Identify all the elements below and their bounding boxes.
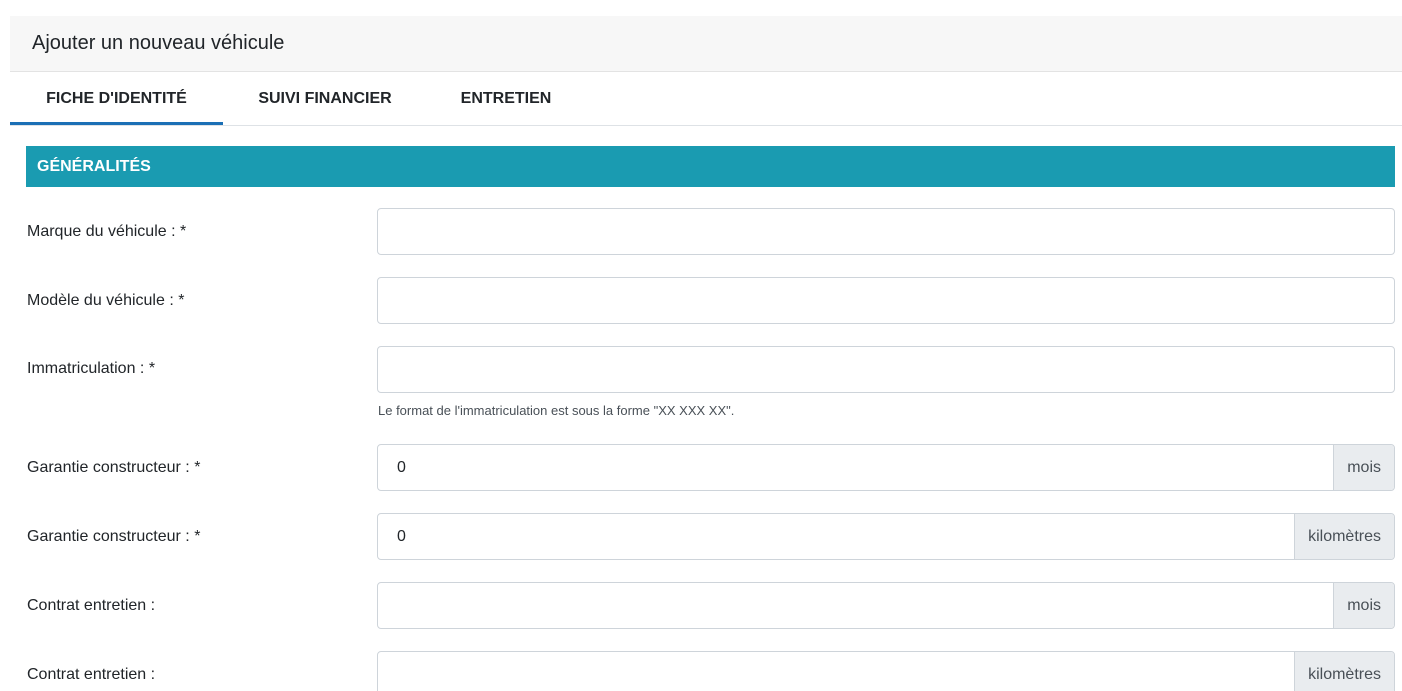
garantie-mois-unit: mois — [1333, 445, 1394, 490]
marque-label: Marque du véhicule : * — [27, 223, 187, 240]
immatriculation-label: Immatriculation : * — [27, 360, 156, 377]
immatriculation-field — [377, 346, 1395, 393]
tab-suivi-financier[interactable]: SUIVI FINANCIER — [242, 72, 408, 125]
tab-bar: FICHE D'IDENTITÉ SUIVI FINANCIER ENTRETI… — [10, 72, 1402, 126]
garantie-mois-label: Garantie constructeur : * — [27, 459, 201, 476]
contrat-km-field: kilomètres — [377, 651, 1395, 691]
immatriculation-input[interactable] — [378, 347, 1394, 392]
contrat-km-input[interactable] — [378, 652, 1295, 691]
page-header: Ajouter un nouveau véhicule — [10, 16, 1402, 72]
modele-label: Modèle du véhicule : * — [27, 292, 185, 309]
section-title: GÉNÉRALITÉS — [37, 158, 151, 175]
section-header-generalites: GÉNÉRALITÉS — [26, 146, 1395, 187]
garantie-km-input[interactable] — [378, 514, 1295, 559]
garantie-mois-input[interactable] — [378, 445, 1334, 490]
garantie-mois-field: mois — [377, 444, 1395, 491]
contrat-km-unit: kilomètres — [1294, 652, 1394, 691]
marque-input[interactable] — [378, 209, 1394, 254]
contrat-mois-field: mois — [377, 582, 1395, 629]
contrat-mois-input[interactable] — [378, 583, 1334, 628]
modele-field — [377, 277, 1395, 324]
immatriculation-help-text: Le format de l'immatriculation est sous … — [378, 403, 735, 418]
garantie-km-label: Garantie constructeur : * — [27, 528, 201, 545]
tab-entretien[interactable]: ENTRETIEN — [450, 72, 562, 125]
garantie-km-unit: kilomètres — [1294, 514, 1394, 559]
marque-field — [377, 208, 1395, 255]
tab-fiche-identite[interactable]: FICHE D'IDENTITÉ — [10, 72, 223, 125]
page-title: Ajouter un nouveau véhicule — [32, 32, 285, 54]
vehicle-form-page: Ajouter un nouveau véhicule FICHE D'IDEN… — [0, 0, 1402, 691]
contrat-mois-unit: mois — [1333, 583, 1394, 628]
contrat-mois-label: Contrat entretien : — [27, 597, 156, 614]
contrat-km-label: Contrat entretien : — [27, 666, 156, 683]
modele-input[interactable] — [378, 278, 1394, 323]
garantie-km-field: kilomètres — [377, 513, 1395, 560]
